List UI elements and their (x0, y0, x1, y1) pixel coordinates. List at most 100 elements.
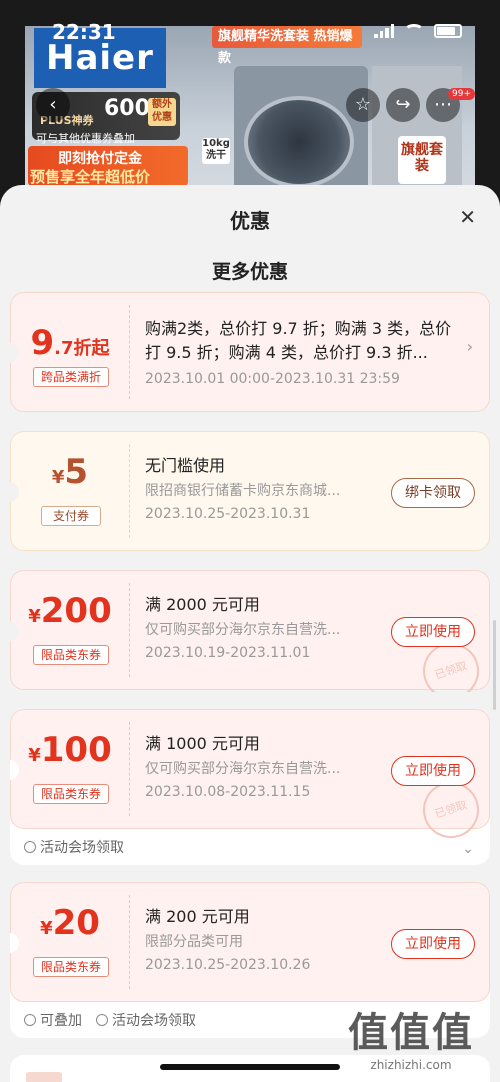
section-title: 更多优惠 (211, 261, 288, 283)
coupon-tag: 支付券 (41, 506, 101, 526)
use-now-button[interactable]: 立即使用 (391, 617, 475, 647)
coupon-currency: ¥ (40, 918, 53, 939)
watermark-logo: 值值值 (348, 1010, 474, 1056)
coupon-value-small: .7折起 (54, 338, 110, 359)
ticket-icon (96, 1014, 108, 1026)
coupon-card[interactable]: 9.7折起 跨品类满折 购满2类，总价打 9.7 折；购满 3 类，总价打 9.… (10, 292, 490, 414)
flagship-tag: 旗舰套装 (398, 136, 446, 184)
coupon-divider (129, 895, 130, 989)
coupon-divider (129, 305, 130, 399)
coupon-body: ¥200 限品类东券 满 2000 元可用 仅可购买部分海尔京东自营洗... 2… (10, 570, 490, 692)
chevron-left-icon: ‹ (49, 94, 57, 115)
coupon-value-big: 100 (40, 730, 112, 770)
share-button[interactable]: ↪ (386, 88, 420, 122)
plus-amount: 600 (104, 96, 150, 121)
coupon-value-big: 200 (40, 591, 112, 631)
cart-badge: 99+ (448, 88, 475, 100)
promo-ribbon: 旗舰精华洗套装 热销爆款 (212, 26, 362, 66)
coupon-title: 满 1000 元可用 (145, 734, 260, 752)
stackable-text: 可叠加 (40, 1013, 82, 1029)
coupon-date: 2023.10.01 00:00-2023.10.31 23:59 (145, 371, 400, 387)
washer-door (244, 96, 354, 188)
coupon-value: 9.7折起 (11, 323, 129, 363)
coupon-footer: 活动会场领取 (24, 837, 124, 857)
coupon-desc: 限招商银行储蓄卡购京东商城... (145, 483, 341, 499)
coupon-card: ¥200 限品类东券 满 2000 元可用 仅可购买部分海尔京东自营洗... 2… (10, 570, 490, 692)
use-now-button[interactable]: 立即使用 (391, 929, 475, 959)
coupon-info: 购满2类，总价打 9.7 折；购满 3 类，总价打 9.5 折；购满 4 类，总… (145, 317, 465, 387)
star-icon: ☆ (354, 94, 372, 115)
home-indicator[interactable] (160, 1064, 340, 1070)
chevron-right-icon: › (466, 337, 473, 356)
next-coupon-tag (26, 1072, 62, 1082)
discount-sheet: 优惠 ✕ 更多优惠 9.7折起 跨品类满折 购满2类，总价打 9.7 折；购满 … (0, 185, 500, 1082)
coupon-value: ¥20 (11, 903, 129, 943)
coupon-date: 2023.10.25-2023.10.31 (145, 506, 311, 522)
coupon-desc: 仅可购买部分海尔京东自营洗... (145, 761, 341, 777)
brand-logo: Haier (46, 38, 154, 78)
coupon-value-big: 5 (64, 452, 89, 492)
coupon-desc: 限部分品类可用 (145, 934, 243, 950)
back-button[interactable]: ‹ (36, 88, 70, 122)
coupon-info: 满 200 元可用 限部分品类可用 2023.10.25-2023.10.26 (145, 903, 385, 973)
coupon-date: 2023.10.08-2023.11.15 (145, 784, 311, 800)
coupon-card: ¥5 支付券 无门槛使用 限招商银行储蓄卡购京东商城... 2023.10.25… (10, 431, 490, 553)
close-icon[interactable]: ✕ (459, 205, 476, 229)
coupon-divider (129, 583, 130, 677)
coupon-body: ¥20 限品类东券 满 200 元可用 限部分品类可用 2023.10.25-2… (10, 882, 490, 1002)
venue-claim-label: 活动会场领取 (112, 1013, 196, 1029)
bind-card-button[interactable]: 绑卡领取 (391, 478, 475, 508)
venue-claim[interactable]: 活动会场领取 (24, 837, 124, 857)
watermark: 值值值 zhizhizhi.com (348, 1000, 474, 1072)
share-icon: ↪ (395, 94, 411, 115)
coupon-tag: 跨品类满折 (33, 367, 109, 387)
coupon-currency: ¥ (28, 606, 41, 627)
coupon-divider (129, 444, 130, 538)
coupon-date: 2023.10.25-2023.10.26 (145, 957, 311, 973)
coupon-info: 满 1000 元可用 仅可购买部分海尔京东自营洗... 2023.10.08-2… (145, 730, 385, 800)
coupon-info: 无门槛使用 限招商银行储蓄卡购京东商城... 2023.10.25-2023.1… (145, 452, 385, 522)
coupon-footer: 可叠加 活动会场领取 (24, 1010, 196, 1030)
signal-icon (374, 24, 394, 38)
coupon-title: 购满2类，总价打 9.7 折；购满 3 类，总价打 9.5 折；购满 4 类，总… (145, 319, 452, 362)
chevron-down-icon[interactable]: ⌄ (462, 841, 474, 857)
venue-claim-label: 活动会场领取 (40, 840, 124, 856)
coupon-currency: ¥ (28, 745, 41, 766)
coupon-title: 无门槛使用 (145, 456, 226, 474)
coupon-desc: 仅可购买部分海尔京东自营洗... (145, 622, 341, 638)
presale-line2: 预售享全年超低价 (30, 168, 151, 186)
product-banner: Haier 22:31 旗舰精华洗套装 热销爆款 PLUS神券 600 额外优惠… (0, 0, 500, 215)
stackable-label: 可叠加 (24, 1010, 82, 1030)
presale-line1: 即刻抢付定金 (58, 151, 142, 167)
coupon-body: ¥5 支付券 无门槛使用 限招商银行储蓄卡购京东商城... 2023.10.25… (10, 431, 490, 551)
coupon-tag: 限品类东券 (33, 784, 109, 804)
ticket-icon (24, 841, 36, 853)
status-icons (374, 24, 462, 38)
coupon-value: ¥100 (11, 730, 129, 770)
status-time: 22:31 (52, 20, 116, 44)
coupon-currency: ¥ (51, 467, 65, 488)
scrollbar[interactable] (493, 620, 496, 710)
battery-icon (434, 24, 462, 38)
coupon-tag: 限品类东券 (33, 645, 109, 665)
coupon-value-big: 9 (30, 323, 55, 363)
coupon-tag: 限品类东券 (33, 957, 109, 977)
coupon-divider (129, 722, 130, 816)
venue-claim[interactable]: 活动会场领取 (96, 1010, 196, 1030)
capacity-tag: 10kg 洗干 (202, 138, 230, 164)
use-now-button[interactable]: 立即使用 (391, 756, 475, 786)
coupon-value: ¥5 (11, 452, 129, 492)
coupon-value-big: 20 (52, 903, 100, 943)
stack-icon (24, 1014, 36, 1026)
watermark-url: zhizhizhi.com (370, 1058, 452, 1072)
wifi-icon (404, 24, 424, 38)
coupon-info: 满 2000 元可用 仅可购买部分海尔京东自营洗... 2023.10.19-2… (145, 591, 385, 661)
sheet-title: 优惠 (230, 209, 270, 233)
plus-extra-tag: 额外优惠 (148, 98, 176, 126)
coupon-body: 9.7折起 跨品类满折 购满2类，总价打 9.7 折；购满 3 类，总价打 9.… (10, 292, 490, 412)
coupon-title: 满 2000 元可用 (145, 595, 260, 613)
coupon-title: 满 200 元可用 (145, 907, 250, 925)
coupon-card: ¥100 限品类东券 满 1000 元可用 仅可购买部分海尔京东自营洗... 2… (10, 709, 490, 865)
coupon-body: ¥100 限品类东券 满 1000 元可用 仅可购买部分海尔京东自营洗... 2… (10, 709, 490, 846)
favorite-button[interactable]: ☆ (346, 88, 380, 122)
